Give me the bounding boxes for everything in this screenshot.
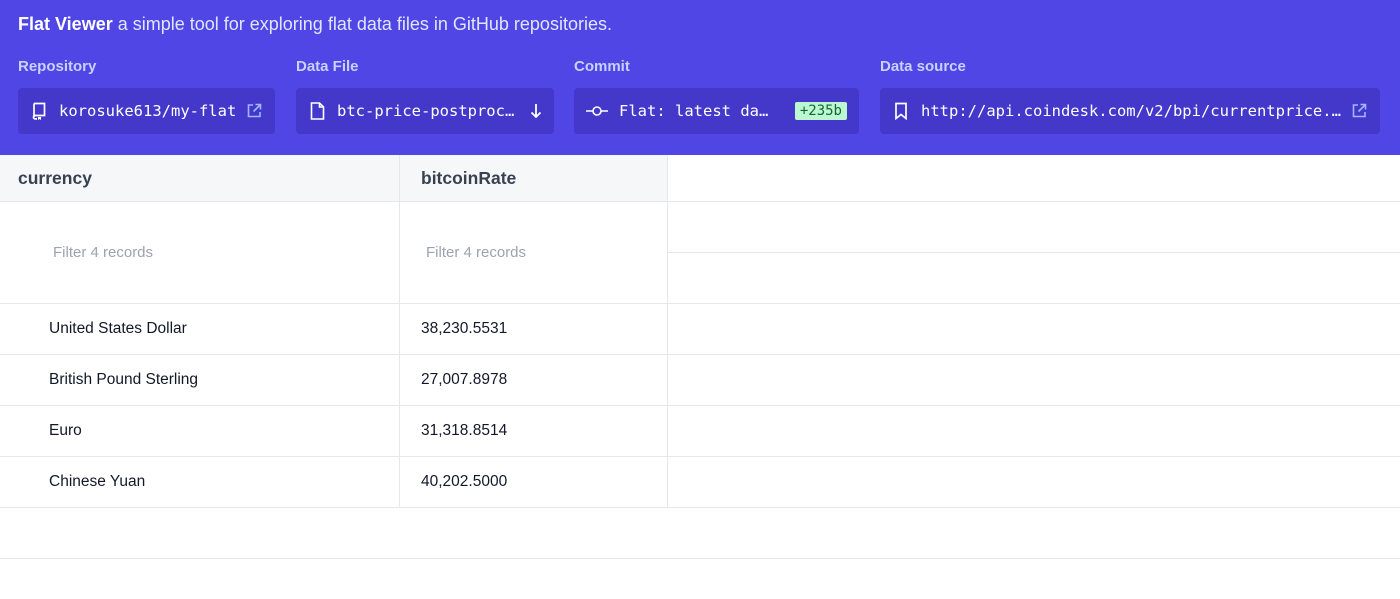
commit-label: Commit: [574, 58, 630, 75]
column-divider: [399, 155, 400, 507]
data-file-label: Data File: [296, 58, 359, 75]
column-divider: [667, 155, 668, 507]
filter-input-currency[interactable]: [53, 232, 383, 272]
repository-value: korosuke613/my-flat: [59, 102, 237, 120]
grid-divider: [0, 507, 1400, 508]
repo-icon: [30, 102, 48, 120]
external-link-icon[interactable]: [245, 102, 263, 120]
file-icon: [308, 102, 326, 120]
commit-value: Flat: latest data: [619, 102, 775, 120]
repository-selector[interactable]: korosuke613/my-flat: [18, 88, 275, 134]
grid-divider: [0, 303, 1400, 304]
data-source-label: Data source: [880, 58, 966, 75]
grid-divider: [0, 354, 1400, 355]
app-header: Flat Viewer a simple tool for exploring …: [0, 0, 1400, 155]
column-header-currency[interactable]: currency: [0, 155, 399, 201]
bookmark-icon: [892, 102, 910, 120]
grid-divider: [0, 558, 1400, 559]
grid-divider: [0, 405, 1400, 406]
cell-currency[interactable]: British Pound Sterling: [49, 354, 198, 405]
grid-divider: [0, 456, 1400, 457]
cell-currency[interactable]: Euro: [49, 405, 82, 456]
cell-bitcoinrate[interactable]: 27,007.8978: [421, 354, 507, 405]
grid-divider: [668, 252, 1400, 253]
app-tagline: a simple tool for exploring flat data fi…: [112, 14, 612, 34]
data-file-value: btc-price-postprocessed.json: [337, 102, 523, 120]
grid-divider: [0, 201, 1400, 202]
app-title: Flat Viewer a simple tool for exploring …: [18, 14, 612, 35]
repository-label: Repository: [18, 58, 97, 75]
arrow-down-icon[interactable]: [530, 103, 542, 119]
external-link-icon[interactable]: [1350, 102, 1368, 120]
data-source-value: http://api.coindesk.com/v2/bpi/currentpr…: [921, 102, 1341, 120]
app-name: Flat Viewer: [18, 14, 113, 34]
data-file-selector[interactable]: btc-price-postprocessed.json: [296, 88, 554, 134]
cell-currency[interactable]: United States Dollar: [49, 303, 187, 354]
commit-size-badge: +235b: [794, 102, 847, 120]
data-source-link[interactable]: http://api.coindesk.com/v2/bpi/currentpr…: [880, 88, 1380, 134]
commit-icon: [586, 102, 608, 120]
cell-bitcoinrate[interactable]: 40,202.5000: [421, 456, 507, 507]
cell-currency[interactable]: Chinese Yuan: [49, 456, 145, 507]
column-header-bitcoinrate[interactable]: bitcoinRate: [400, 155, 667, 201]
filter-input-bitcoinrate[interactable]: [426, 232, 656, 272]
cell-bitcoinrate[interactable]: 38,230.5531: [421, 303, 507, 354]
cell-bitcoinrate[interactable]: 31,318.8514: [421, 405, 507, 456]
commit-selector[interactable]: Flat: latest data +235b: [574, 88, 859, 134]
